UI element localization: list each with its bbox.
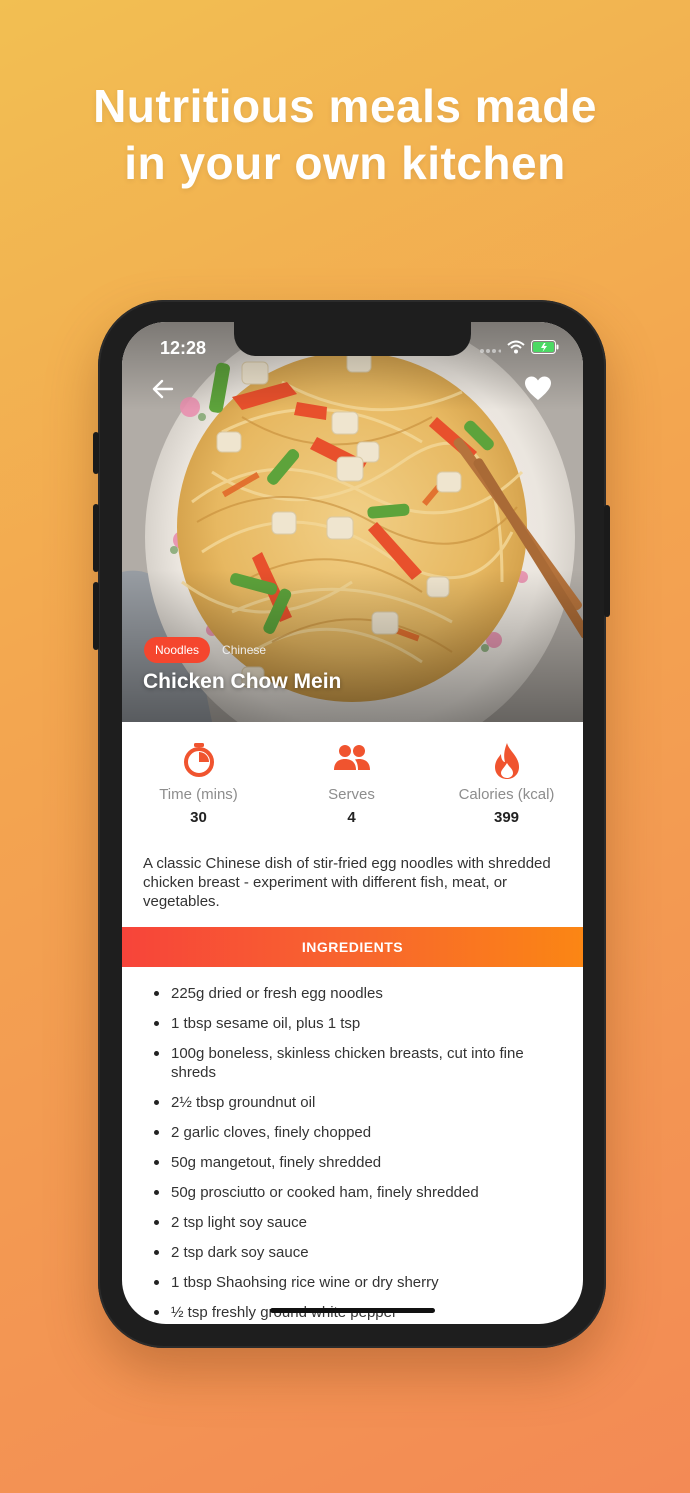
list-item: 50g mangetout, finely shredded (153, 1153, 563, 1172)
favorite-button[interactable] (523, 374, 553, 404)
list-item: 1 tbsp Shaohsing rice wine or dry sherry (153, 1273, 563, 1292)
list-item: 2½ tbsp groundnut oil (153, 1093, 563, 1112)
recipe-title: Chicken Chow Mein (143, 670, 342, 693)
battery-charging-icon (531, 340, 559, 359)
back-arrow-icon (152, 379, 174, 399)
tag-chinese[interactable]: Chinese (218, 637, 270, 663)
timer-icon (183, 743, 214, 777)
ingredients-list: 225g dried or fresh egg noodles 1 tbsp s… (153, 984, 563, 1324)
stat-time: Time (mins) 30 (122, 742, 275, 826)
stat-serves-value: 4 (347, 809, 356, 826)
list-item: 2 garlic cloves, finely chopped (153, 1123, 563, 1142)
headline-line-2: in your own kitchen (124, 137, 566, 189)
stat-calories-label: Calories (kcal) (458, 786, 555, 803)
status-time: 12:28 (160, 338, 207, 358)
stat-time-value: 30 (190, 809, 207, 826)
stat-calories: Calories (kcal) 399 (430, 742, 583, 826)
list-item: 100g boneless, skinless chicken breasts,… (153, 1044, 563, 1082)
wifi-icon (507, 340, 525, 359)
heart-icon (525, 376, 551, 400)
list-item: 50g prosciutto or cooked ham, finely shr… (153, 1183, 563, 1202)
back-button[interactable] (148, 374, 178, 404)
list-item: 2 tsp dark soy sauce (153, 1243, 563, 1262)
recipe-stats: Time (mins) 30 Serves 4 Calories (kcal) … (122, 742, 583, 832)
signal-dots-icon (479, 341, 502, 359)
promo-headline: Nutritious meals made in your own kitche… (0, 78, 690, 192)
home-indicator[interactable] (270, 1308, 435, 1313)
recipe-description: A classic Chinese dish of stir-fried egg… (143, 855, 551, 910)
stat-serves: Serves 4 (275, 742, 428, 826)
people-icon (333, 745, 370, 770)
recipe-tags: Noodles Chinese (144, 637, 270, 663)
stat-calories-value: 399 (493, 809, 520, 826)
phone-power-button (604, 505, 610, 617)
app-screen: 12:28 Noodles Chinese Chicken Chow Mein … (122, 322, 583, 1324)
phone-volume-down (93, 582, 99, 650)
list-item: 1 tbsp sesame oil, plus 1 tsp (153, 1014, 563, 1033)
stat-serves-label: Serves (328, 786, 375, 803)
phone-notch (234, 322, 471, 356)
tag-noodles[interactable]: Noodles (144, 637, 211, 663)
stat-time-label: Time (mins) (159, 786, 238, 803)
headline-line-1: Nutritious meals made (93, 80, 597, 132)
ingredients-header: INGREDIENTS (122, 927, 583, 967)
flame-icon (494, 743, 519, 779)
phone-volume-up (93, 504, 99, 572)
list-item: 2 tsp light soy sauce (153, 1213, 563, 1232)
phone-silent-switch (93, 432, 99, 474)
status-icons (479, 340, 559, 359)
list-item: 225g dried or fresh egg noodles (153, 984, 563, 1003)
